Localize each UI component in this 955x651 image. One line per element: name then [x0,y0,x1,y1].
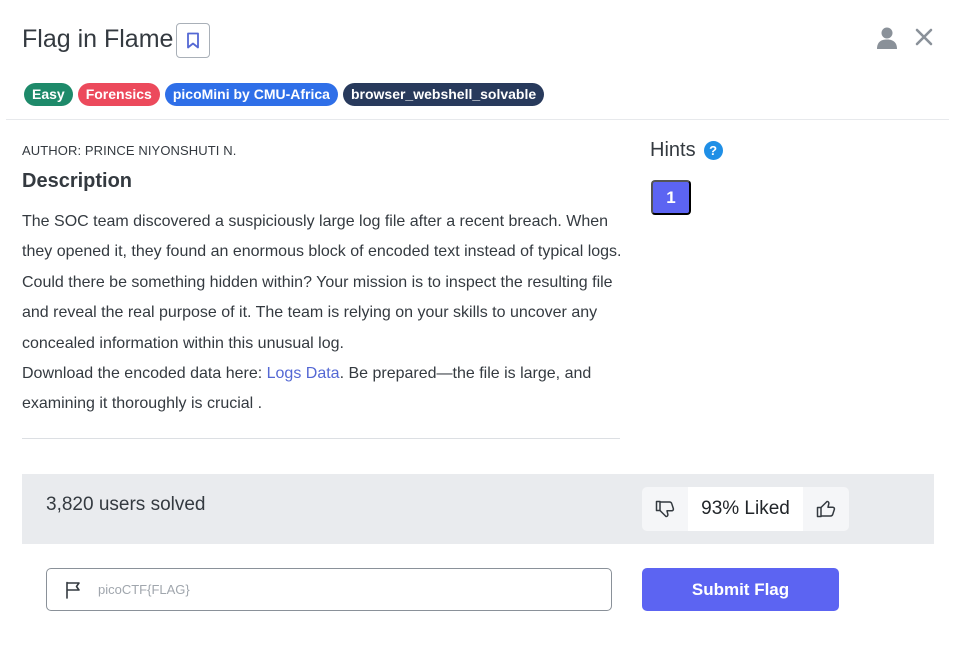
description-heading: Description [22,170,133,192]
page-title: Flag in Flame [22,25,174,53]
hint-1-button[interactable]: 1 [651,180,691,215]
logs-data-link[interactable]: Logs Data [267,365,340,382]
download-prefix: Download the encoded data here: [22,365,267,383]
solved-count: 3,820 users solved [46,494,206,515]
bookmark-icon [187,32,199,49]
close-icon[interactable] [913,26,935,48]
tag-list: Easy Forensics picoMini by CMU-Africa br… [24,83,545,106]
description-divider [22,438,620,439]
hints-heading: Hints ? [650,139,723,162]
like-button[interactable] [803,487,849,531]
tag-feature[interactable]: browser_webshell_solvable [342,83,545,106]
tag-event[interactable]: picoMini by CMU-Africa [164,83,338,106]
thumbs-down-icon [655,500,675,518]
flag-input-container [46,568,612,611]
hints-title: Hints [650,139,696,161]
dislike-button[interactable] [642,487,688,531]
liked-percentage: 93% Liked [688,487,803,531]
tag-difficulty[interactable]: Easy [24,83,73,106]
author-label: AUTHOR: PRINCE NIYONSHUTI N. [22,143,237,158]
flag-icon [66,581,80,599]
header-divider [6,119,949,120]
help-icon[interactable]: ? [703,141,723,160]
description-text: The SOC team discovered a suspiciously l… [22,207,627,420]
like-group: 93% Liked [642,487,849,531]
tag-category[interactable]: Forensics [77,83,160,106]
bookmark-button[interactable] [176,23,210,58]
thumbs-up-icon [816,500,836,518]
submit-flag-button[interactable]: Submit Flag [642,568,839,611]
stats-bar: 3,820 users solved 93% Liked [22,474,934,544]
flag-input[interactable] [98,582,578,597]
user-icon[interactable] [876,26,898,50]
description-body: The SOC team discovered a suspiciously l… [22,213,622,352]
